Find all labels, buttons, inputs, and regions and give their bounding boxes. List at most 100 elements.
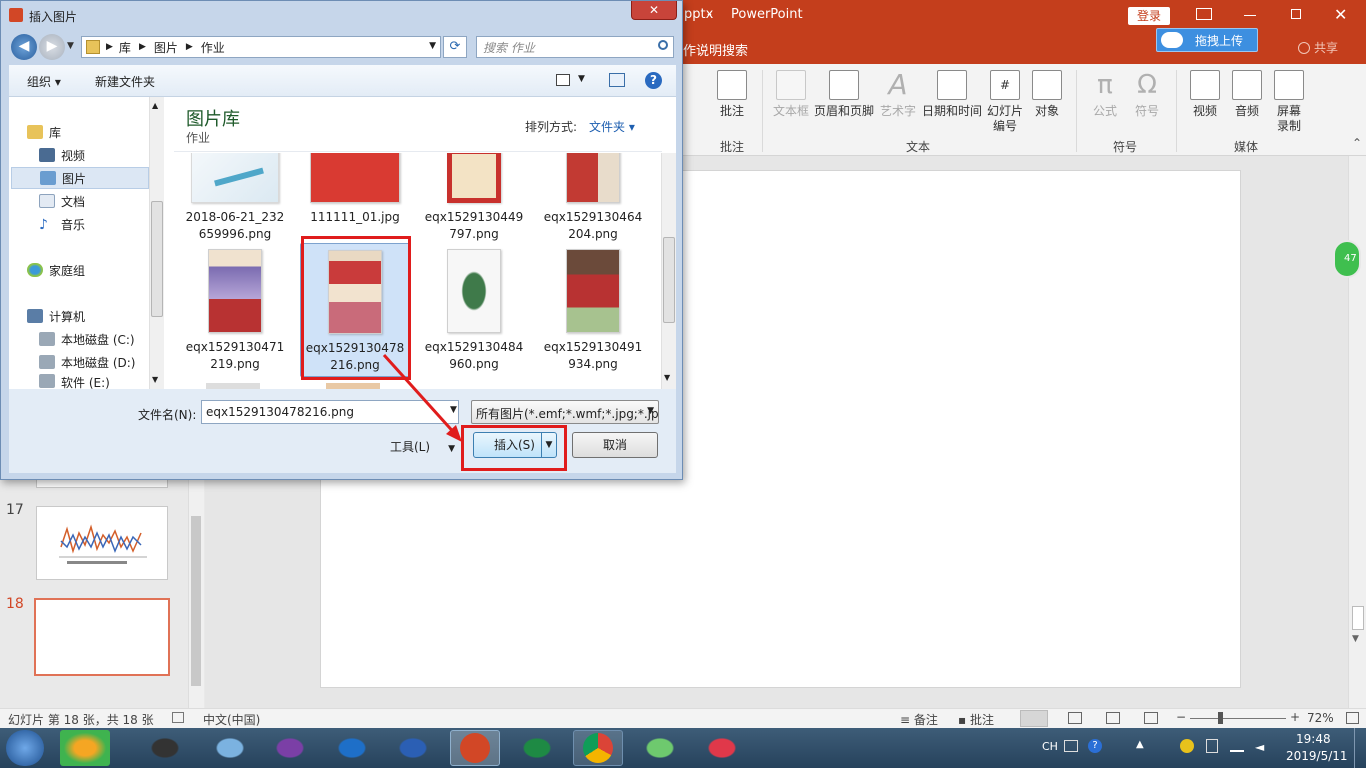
scroll-down-icon[interactable]: ▼ (1352, 634, 1359, 644)
scrollbar-thumb[interactable] (663, 237, 675, 323)
breadcrumb-homework[interactable]: 作业 (201, 39, 225, 56)
collapse-ribbon-icon[interactable]: ⌃ (1352, 136, 1362, 150)
new-folder-button[interactable]: 新建文件夹 (95, 73, 155, 90)
video-button[interactable]: 视频 (1186, 70, 1224, 119)
slideshow-icon[interactable] (1144, 712, 1158, 724)
view-dropdown-icon[interactable]: ▼ (578, 74, 585, 84)
file-item[interactable]: eqx1529130449 797.png (419, 153, 529, 243)
filename-input[interactable]: eqx1529130478216.png (201, 400, 459, 424)
restore-icon[interactable] (1291, 9, 1301, 19)
share-button[interactable]: 共享 (1298, 39, 1338, 56)
reading-view-icon[interactable] (1106, 712, 1120, 724)
date-time-button[interactable]: 日期和时间 (920, 70, 984, 119)
zoom-out-button[interactable]: − (1176, 710, 1186, 724)
tray-app-icon[interactable] (1180, 739, 1194, 753)
outlook-icon[interactable] (327, 730, 377, 766)
nav-computer[interactable]: 计算机 (27, 305, 167, 327)
close-window-icon[interactable]: ✕ (1334, 5, 1347, 24)
zoom-in-button[interactable]: + (1290, 710, 1300, 724)
wordart-button[interactable]: A 艺术字 (877, 70, 919, 119)
taskbar-app-icon[interactable] (205, 730, 255, 766)
zoom-slider-thumb[interactable] (1218, 712, 1223, 724)
scrollbar-thumb[interactable] (1352, 606, 1364, 630)
file-item[interactable]: eqx1529130471 219.png (180, 249, 290, 373)
search-input[interactable]: 搜索 作业 (476, 36, 674, 58)
screen-recording-button[interactable]: 屏幕 录制 (1270, 70, 1308, 134)
file-item[interactable]: eqx1529130491 934.png (538, 249, 648, 373)
show-desktop-button[interactable] (1354, 728, 1366, 768)
editor-scrollbar[interactable]: 47 ▼ (1333, 156, 1366, 708)
breadcrumb-pictures[interactable]: 图片 (154, 39, 178, 56)
search-icon[interactable] (658, 40, 668, 50)
spellcheck-icon[interactable] (172, 712, 184, 723)
taskbar-app-icon[interactable] (60, 730, 110, 766)
normal-view-icon[interactable] (1020, 710, 1048, 727)
file-item[interactable]: 111111_01.jpg (300, 153, 410, 226)
symbol-button[interactable]: Ω 符号 (1128, 70, 1166, 119)
scrollbar-thumb[interactable] (191, 516, 201, 686)
keyboard-icon[interactable] (1064, 740, 1078, 752)
refresh-icon[interactable]: ⟳ (443, 36, 467, 58)
volume-icon[interactable]: ◄ (1255, 740, 1264, 754)
nav-homegroup[interactable]: 家庭组 (27, 259, 167, 281)
sort-dropdown[interactable]: 文件夹 ▾ (589, 118, 635, 135)
ribbon-display-icon[interactable] (1196, 8, 1212, 20)
file-item[interactable]: 2018-06-21_232 659996.png (180, 153, 290, 243)
zoom-level[interactable]: 72% (1307, 711, 1334, 725)
breadcrumb-libraries[interactable]: 库 (119, 39, 131, 56)
filetype-select[interactable]: 所有图片(*.emf;*.wmf;*.jpg;*.jp ▼ (471, 400, 659, 424)
tools-menu[interactable]: 工具(L) ▼ (390, 438, 455, 455)
dialog-close-button[interactable]: ✕ (631, 1, 677, 20)
powerpoint-taskbar-icon[interactable] (450, 730, 500, 766)
address-dropdown-icon[interactable]: ▼ (429, 41, 436, 51)
organize-menu[interactable]: 组织 ▾ (27, 73, 61, 90)
file-scrollbar[interactable]: ▼ (661, 153, 676, 389)
tell-me-box[interactable]: 作说明搜索 (683, 40, 748, 59)
slide-number-button[interactable]: # 幻灯片 编号 (984, 70, 1026, 134)
battery-icon[interactable] (1206, 739, 1218, 753)
address-bar[interactable]: ▶ 库 ▶ 图片 ▶ 作业 ▼ (81, 36, 441, 58)
heart-app-icon[interactable] (697, 730, 747, 766)
help-icon[interactable]: ? (1088, 739, 1102, 753)
filename-dropdown-icon[interactable]: ▼ (450, 405, 457, 415)
start-button[interactable] (6, 730, 44, 766)
help-button[interactable]: ? (645, 72, 662, 89)
preview-pane-icon[interactable] (609, 73, 625, 87)
input-language[interactable]: CH (1042, 740, 1058, 753)
login-button[interactable]: 登录 (1128, 7, 1170, 25)
zoom-slider[interactable] (1190, 718, 1286, 719)
nav-libraries[interactable]: 库 (27, 121, 167, 143)
notes-button[interactable]: ≡ 备注 (900, 711, 938, 728)
minimize-icon[interactable] (1244, 15, 1256, 16)
clock-date[interactable]: 2019/5/11 (1286, 749, 1348, 763)
textbox-button[interactable]: 文本框 (770, 70, 812, 119)
fit-to-window-icon[interactable] (1346, 712, 1359, 724)
scroll-down-icon[interactable]: ▼ (152, 375, 158, 384)
cancel-button[interactable]: 取消 (572, 432, 658, 458)
header-footer-button[interactable]: 页眉和页脚 (812, 70, 876, 119)
taskbar-app-icon[interactable] (635, 730, 685, 766)
slide-sorter-icon[interactable] (1068, 712, 1082, 724)
recent-locations-icon[interactable]: ▼ (67, 41, 74, 51)
change-view-icon[interactable] (556, 74, 570, 86)
slide-thumbnail-18-selected[interactable] (34, 598, 170, 676)
tray-expand-icon[interactable]: ▲ (1136, 739, 1144, 750)
file-item[interactable]: eqx1529130464 204.png (538, 153, 648, 243)
new-comment-button[interactable]: 批注 (712, 70, 752, 119)
equation-button[interactable]: π 公式 (1086, 70, 1124, 119)
slide-thumbnail-17[interactable] (36, 506, 168, 580)
drag-upload-button[interactable]: 拖拽上传 (1156, 28, 1258, 52)
nav-scrollbar[interactable]: ▲ ▼ (149, 97, 164, 389)
side-badge[interactable]: 47 (1333, 240, 1361, 278)
chrome-taskbar-icon[interactable] (573, 730, 623, 766)
taskbar-app-icon[interactable] (140, 730, 190, 766)
onenote-icon[interactable] (265, 730, 315, 766)
word-icon[interactable] (388, 730, 438, 766)
comments-button[interactable]: ▪ 批注 (958, 711, 994, 728)
scroll-up-icon[interactable]: ▲ (152, 101, 158, 110)
network-icon[interactable] (1230, 740, 1244, 752)
nav-pictures-selected[interactable]: 图片 (11, 167, 149, 189)
file-item[interactable]: eqx1529130484 960.png (419, 249, 529, 373)
excel-icon[interactable] (512, 730, 562, 766)
language-indicator[interactable]: 中文(中国) (203, 711, 260, 728)
